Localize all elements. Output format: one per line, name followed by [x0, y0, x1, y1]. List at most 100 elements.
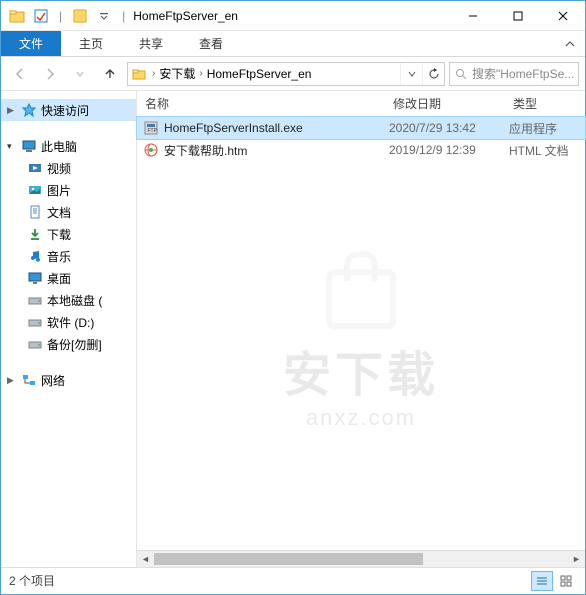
chevron-right-icon: ▶	[7, 375, 17, 386]
svg-text:FTP: FTP	[148, 128, 158, 134]
nav-item[interactable]: 桌面	[1, 267, 136, 289]
search-icon	[450, 68, 472, 80]
music-icon	[27, 248, 43, 264]
chevron-right-icon[interactable]: ›	[150, 68, 157, 79]
qat-separator: |	[59, 9, 62, 23]
address-dropdown-icon[interactable]	[400, 63, 422, 85]
nav-label: 文档	[47, 204, 71, 221]
nav-label: 本地磁盘 (	[47, 292, 102, 309]
tab-share[interactable]: 共享	[121, 31, 181, 56]
nav-quick-access[interactable]: ▶ 快速访问	[1, 99, 136, 121]
view-large-button[interactable]	[555, 571, 577, 591]
nav-label: 下载	[47, 226, 71, 243]
view-details-button[interactable]	[531, 571, 553, 591]
recent-dropdown-icon[interactable]	[67, 61, 93, 87]
ribbon-expand-icon[interactable]	[555, 31, 585, 56]
scroll-thumb[interactable]	[154, 553, 423, 565]
scroll-right-icon[interactable]: ►	[568, 551, 585, 567]
scroll-left-icon[interactable]: ◄	[137, 551, 154, 567]
breadcrumb[interactable]: HomeFtpServer_en	[205, 67, 314, 81]
chevron-down-icon: ▾	[7, 141, 17, 152]
status-bar: 2 个项目	[1, 567, 585, 593]
documents-icon	[27, 204, 43, 220]
nav-label: 此电脑	[41, 138, 77, 155]
network-icon	[21, 372, 37, 388]
file-icon	[143, 142, 159, 158]
back-button[interactable]	[7, 61, 33, 87]
tab-view[interactable]: 查看	[181, 31, 241, 56]
drive-icon	[27, 336, 43, 352]
video-icon	[27, 160, 43, 176]
nav-item[interactable]: 下载	[1, 223, 136, 245]
properties-icon[interactable]	[31, 6, 51, 26]
file-name: HomeFtpServerInstall.exe	[164, 121, 303, 135]
address-bar[interactable]: › 安下载 › HomeFtpServer_en	[127, 62, 445, 86]
nav-label: 图片	[47, 182, 71, 199]
star-icon	[21, 102, 37, 118]
file-list[interactable]: FTP HomeFtpServerInstall.exe 2020/7/29 13:…	[137, 117, 585, 550]
nav-label: 视频	[47, 160, 71, 177]
column-name[interactable]: 名称	[137, 95, 385, 112]
file-row[interactable]: FTP HomeFtpServerInstall.exe 2020/7/29 13:…	[137, 117, 585, 139]
downloads-icon	[27, 226, 43, 242]
file-name: 安下载帮助.htm	[164, 142, 247, 159]
pictures-icon	[27, 182, 43, 198]
search-placeholder: 搜索"HomeFtpSe...	[472, 65, 578, 82]
nav-this-pc[interactable]: ▾ 此电脑	[1, 135, 136, 157]
pc-icon	[21, 138, 37, 154]
tab-home[interactable]: 主页	[61, 31, 121, 56]
nav-label: 桌面	[47, 270, 71, 287]
drive-icon	[27, 292, 43, 308]
chevron-right-icon: ▶	[7, 105, 17, 116]
view-switcher	[531, 571, 577, 591]
nav-network[interactable]: ▶ 网络	[1, 369, 136, 391]
main-area: ▶ 快速访问 ▾ 此电脑 视频图片文档下载音乐桌面本地磁盘 ( 软件 (D:) 备份…	[1, 91, 585, 567]
nav-label: 快速访问	[41, 102, 89, 119]
folder-icon	[7, 6, 27, 26]
horizontal-scrollbar[interactable]: ◄ ►	[137, 550, 585, 567]
nav-item[interactable]: 图片	[1, 179, 136, 201]
folder-icon	[128, 67, 150, 81]
nav-item[interactable]: 软件 (D:)	[1, 311, 136, 333]
file-type: 应用程序	[505, 120, 585, 137]
file-list-pane: 名称 修改日期 类型 FTP HomeFtpServerInstall.exe 20…	[137, 91, 585, 567]
nav-label: 软件 (D:)	[47, 314, 94, 331]
window-title: HomeFtpServer_en	[133, 9, 238, 23]
drive-icon	[27, 314, 43, 330]
nav-item[interactable]: 文档	[1, 201, 136, 223]
desktop-icon	[27, 270, 43, 286]
forward-button[interactable]	[37, 61, 63, 87]
window-controls	[450, 1, 585, 30]
nav-item[interactable]: 本地磁盘 (	[1, 289, 136, 311]
navigation-pane: ▶ 快速访问 ▾ 此电脑 视频图片文档下载音乐桌面本地磁盘 ( 软件 (D:) 备份…	[1, 91, 137, 567]
close-button[interactable]	[540, 1, 585, 30]
watermark: 安下载 anxz.com	[283, 269, 439, 431]
titlebar: | | HomeFtpServer_en	[1, 1, 585, 31]
ribbon-tabs: 文件 主页 共享 查看	[1, 31, 585, 57]
column-headers: 名称 修改日期 类型	[137, 91, 585, 117]
column-type[interactable]: 类型	[505, 95, 585, 112]
tab-file[interactable]: 文件	[1, 31, 61, 56]
up-button[interactable]	[97, 61, 123, 87]
chevron-down-icon[interactable]	[94, 6, 114, 26]
file-date: 2019/12/9 12:39	[385, 143, 505, 157]
nav-label: 网络	[41, 372, 65, 389]
nav-label: 音乐	[47, 248, 71, 265]
nav-item[interactable]: 视频	[1, 157, 136, 179]
file-date: 2020/7/29 13:42	[385, 121, 505, 135]
chevron-right-icon[interactable]: ›	[197, 68, 204, 79]
search-input[interactable]: 搜索"HomeFtpSe...	[449, 62, 579, 86]
nav-item[interactable]: 备份[勿删]	[1, 333, 136, 355]
maximize-button[interactable]	[495, 1, 540, 30]
refresh-button[interactable]	[422, 63, 444, 85]
quick-access-toolbar: | | HomeFtpServer_en	[1, 6, 238, 26]
title-separator: |	[122, 9, 125, 23]
breadcrumb[interactable]: 安下载	[157, 65, 197, 82]
minimize-button[interactable]	[450, 1, 495, 30]
qat-dropdown-icon[interactable]	[70, 6, 90, 26]
nav-label: 备份[勿删]	[47, 336, 102, 353]
nav-item[interactable]: 音乐	[1, 245, 136, 267]
file-icon: FTP	[143, 120, 159, 136]
file-row[interactable]: 安下载帮助.htm2019/12/9 12:39HTML 文档	[137, 139, 585, 161]
column-date[interactable]: 修改日期	[385, 95, 505, 112]
